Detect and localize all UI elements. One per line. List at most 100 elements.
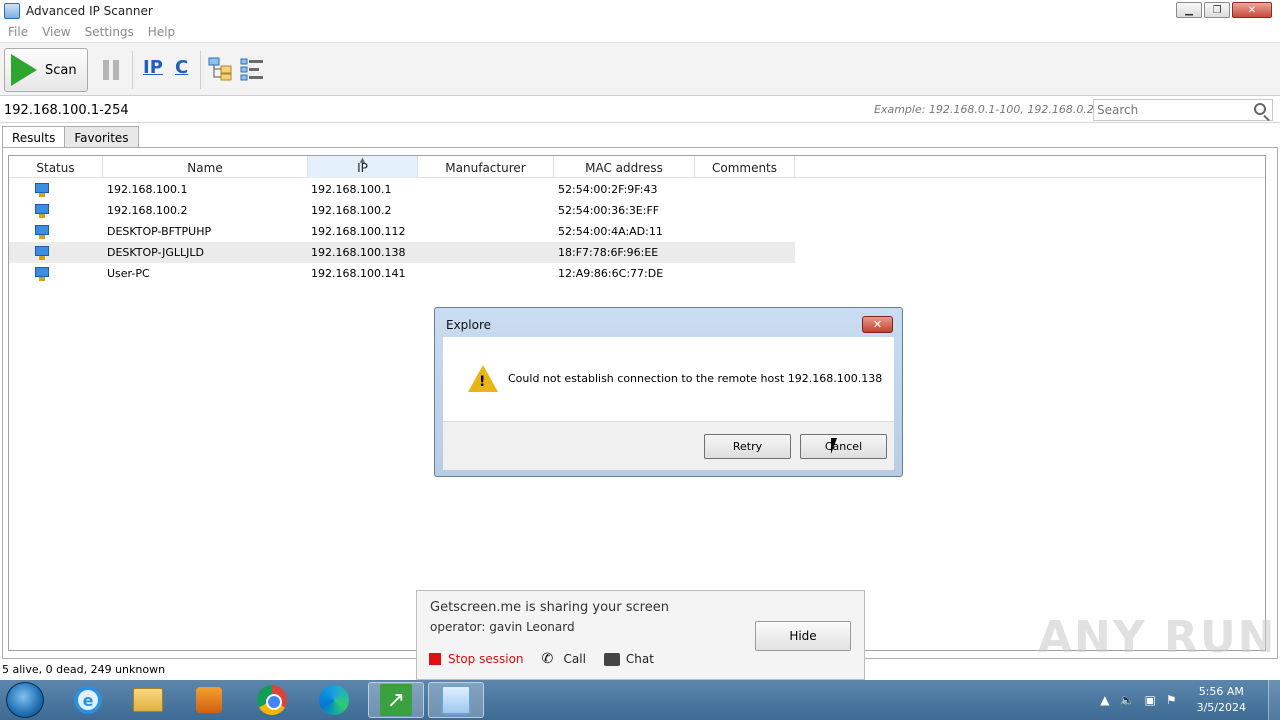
computer-icon bbox=[35, 224, 49, 239]
system-tray: ▲ 🔈 ▣ ⚑ 5:56 AM 3/5/2024 bbox=[1100, 680, 1280, 720]
tray-expand-icon[interactable]: ▲ bbox=[1100, 693, 1109, 707]
table-row[interactable]: User-PC 192.168.100.141 12:A9:86:6C:77:D… bbox=[9, 263, 795, 284]
play-icon bbox=[11, 54, 37, 86]
restore-icon[interactable]: ❐ bbox=[1204, 2, 1230, 18]
computer-icon bbox=[35, 182, 49, 197]
taskbar-ip-scanner[interactable] bbox=[428, 682, 484, 718]
col-name[interactable]: Name bbox=[103, 156, 308, 178]
range-example: Example: 192.168.0.1-100, 192.168.0.200 bbox=[874, 103, 1108, 116]
close-window-icon[interactable]: ✕ bbox=[1232, 2, 1272, 18]
row-mac: 12:A9:86:6C:77:DE bbox=[558, 267, 664, 280]
folder-icon bbox=[133, 688, 163, 712]
retry-button[interactable]: Retry bbox=[704, 434, 791, 459]
col-ip[interactable]: ▲ IP bbox=[308, 156, 418, 178]
title-bar: Advanced IP Scanner ▁ ❐ ✕ bbox=[0, 0, 1280, 22]
row-ip: 192.168.100.112 bbox=[311, 225, 406, 238]
row-mac: 52:54:00:4A:AD:11 bbox=[558, 225, 663, 238]
network-tree-icon[interactable] bbox=[208, 57, 232, 81]
row-name: 192.168.100.1 bbox=[107, 183, 188, 196]
row-mac: 52:54:00:2F:9F:43 bbox=[558, 183, 658, 196]
ip-scanner-icon bbox=[441, 685, 471, 715]
tab-results[interactable]: Results bbox=[2, 126, 66, 149]
chat-link[interactable]: Chat bbox=[626, 652, 654, 666]
col-mac[interactable]: MAC address bbox=[554, 156, 695, 178]
row-name: DESKTOP-JGLLJLD bbox=[107, 246, 204, 259]
flag-icon[interactable]: ⚑ bbox=[1166, 693, 1177, 707]
internet-explorer-icon: e bbox=[74, 686, 102, 714]
sort-caret-icon: ▲ bbox=[359, 156, 366, 164]
window-controls: ▁ ❐ ✕ bbox=[1176, 2, 1272, 18]
col-status[interactable]: Status bbox=[9, 156, 103, 178]
taskbar-edge[interactable] bbox=[306, 682, 362, 718]
toolbar-separator bbox=[132, 51, 133, 89]
hide-button[interactable]: Hide bbox=[755, 621, 851, 651]
taskbar-ie[interactable]: e bbox=[60, 682, 116, 718]
menu-bar: File View Settings Help bbox=[0, 22, 1280, 42]
dialog-close-icon[interactable]: ✕ bbox=[862, 316, 893, 333]
search-input[interactable] bbox=[1094, 100, 1244, 120]
search-box bbox=[1093, 99, 1273, 121]
chat-icon[interactable] bbox=[603, 652, 620, 666]
computer-icon bbox=[35, 266, 49, 281]
menu-file[interactable]: File bbox=[8, 25, 28, 39]
ip-range-input[interactable] bbox=[4, 100, 864, 120]
row-name: 192.168.100.2 bbox=[107, 204, 188, 217]
tab-strip: Results Favorites bbox=[2, 126, 139, 149]
volume-icon[interactable]: 🔈 bbox=[1120, 693, 1135, 707]
mouse-cursor-icon bbox=[831, 438, 837, 454]
col-comments[interactable]: Comments bbox=[695, 156, 795, 178]
clock[interactable]: 5:56 AM 3/5/2024 bbox=[1197, 684, 1246, 716]
column-header: Status Name ▲ IP Manufacturer MAC addres… bbox=[9, 156, 1265, 178]
media-player-icon bbox=[196, 687, 222, 713]
taskbar-media[interactable] bbox=[181, 682, 237, 718]
row-ip: 192.168.100.1 bbox=[311, 183, 392, 196]
edge-icon bbox=[319, 685, 349, 715]
dialog-body: ! Could not establish connection to the … bbox=[443, 337, 894, 470]
col-manufacturer[interactable]: Manufacturer bbox=[418, 156, 554, 178]
toolbar-separator bbox=[200, 51, 201, 89]
call-link[interactable]: Call bbox=[564, 652, 586, 666]
scan-label: Scan bbox=[45, 62, 77, 78]
phone-icon[interactable]: ✆ bbox=[542, 651, 558, 667]
getscreen-icon: ↗ bbox=[380, 684, 412, 716]
network-icon[interactable]: ▣ bbox=[1144, 693, 1155, 707]
row-name: User-PC bbox=[107, 267, 150, 280]
table-row[interactable]: 192.168.100.1 192.168.100.1 52:54:00:2F:… bbox=[9, 179, 795, 200]
watermark: ANY RUN bbox=[1038, 612, 1277, 663]
dialog-footer: Retry Cancel bbox=[443, 421, 894, 470]
c-icon[interactable]: C bbox=[175, 57, 188, 78]
row-mac: 52:54:00:36:3E:FF bbox=[558, 204, 660, 217]
taskbar-chrome[interactable] bbox=[244, 682, 300, 718]
tab-favorites[interactable]: Favorites bbox=[64, 126, 139, 148]
ip-icon[interactable]: IP bbox=[143, 57, 163, 78]
stop-session-link[interactable]: Stop session bbox=[448, 652, 524, 666]
menu-help[interactable]: Help bbox=[148, 25, 175, 39]
pause-icon[interactable] bbox=[103, 60, 119, 80]
row-mac: 18:F7:78:6F:96:EE bbox=[558, 246, 659, 259]
toolbar: Scan IP C bbox=[0, 42, 1280, 96]
show-desktop-button[interactable] bbox=[1268, 680, 1280, 720]
start-button-icon[interactable] bbox=[6, 682, 44, 718]
row-ip: 192.168.100.2 bbox=[311, 204, 392, 217]
clock-time: 5:56 AM bbox=[1198, 685, 1244, 698]
stop-icon[interactable] bbox=[429, 653, 441, 665]
cancel-button[interactable]: Cancel bbox=[800, 434, 887, 459]
computer-icon bbox=[35, 203, 49, 218]
taskbar-explorer[interactable] bbox=[120, 682, 176, 718]
menu-view[interactable]: View bbox=[42, 25, 70, 39]
dialog-title: Explore bbox=[446, 318, 492, 332]
table-row[interactable]: 192.168.100.2 192.168.100.2 52:54:00:36:… bbox=[9, 200, 795, 221]
table-row-selected[interactable]: DESKTOP-JGLLJLD 192.168.100.138 18:F7:78… bbox=[9, 242, 795, 263]
row-ip: 192.168.100.138 bbox=[311, 246, 406, 259]
menu-settings[interactable]: Settings bbox=[85, 25, 134, 39]
share-actions: Stop session ✆ Call Chat bbox=[429, 651, 654, 667]
row-ip: 192.168.100.141 bbox=[311, 267, 406, 280]
row-name: DESKTOP-BFTPUHP bbox=[107, 225, 212, 238]
app-icon bbox=[4, 3, 20, 19]
scan-button[interactable]: Scan bbox=[4, 48, 88, 92]
search-icon[interactable] bbox=[1254, 103, 1266, 115]
list-view-icon[interactable] bbox=[240, 57, 264, 81]
taskbar-getscreen[interactable]: ↗ bbox=[368, 682, 424, 718]
table-row[interactable]: DESKTOP-BFTPUHP 192.168.100.112 52:54:00… bbox=[9, 221, 795, 242]
minimize-icon[interactable]: ▁ bbox=[1176, 2, 1202, 18]
